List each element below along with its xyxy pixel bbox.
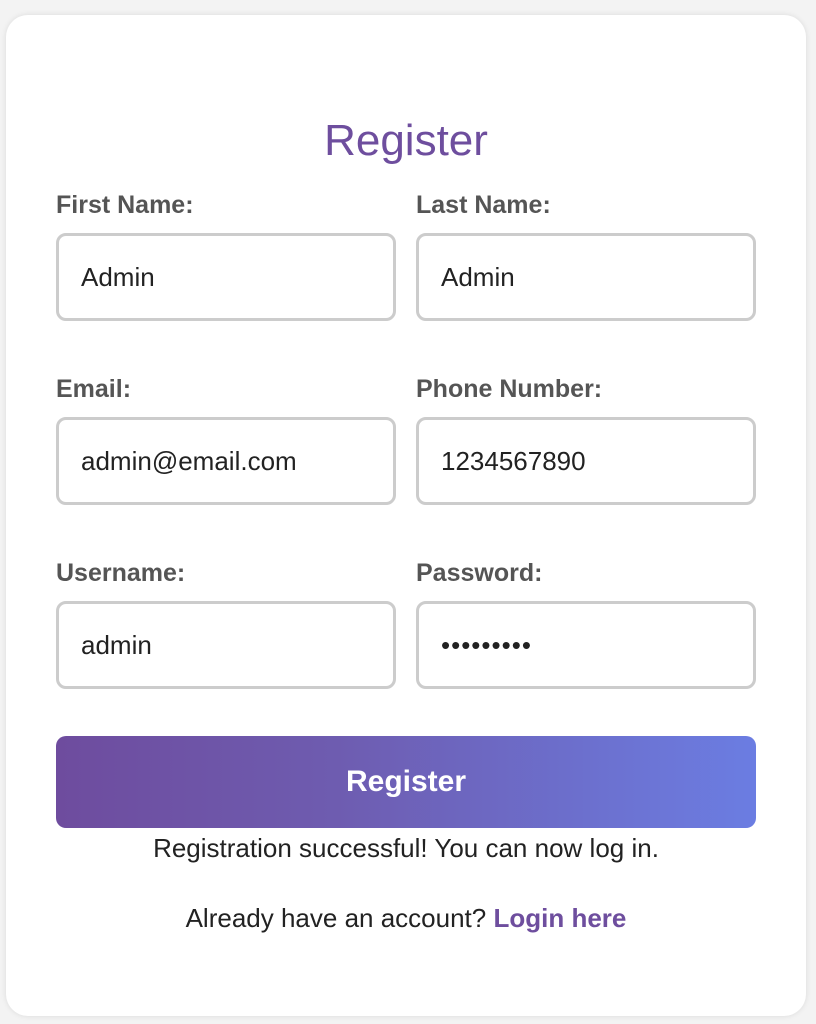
phone-label: Phone Number: [416,375,603,403]
password-group: Password: [416,561,756,689]
last-name-label: Last Name: [416,191,551,219]
page-title: Register [324,116,488,165]
last-name-input[interactable] [416,233,756,321]
username-group: Username: [56,561,396,689]
first-name-label: First Name: [56,191,194,219]
login-prompt: Already have an account? Login here [6,905,806,931]
password-label: Password: [416,559,543,587]
status-message: Registration successful! You can now log… [153,833,659,863]
login-link[interactable]: Login here [493,903,626,933]
email-label: Email: [56,375,132,403]
first-name-group: First Name: [56,193,396,321]
username-label: Username: [56,559,186,587]
email-group: Email: [56,377,396,505]
last-name-group: Last Name: [416,193,756,321]
login-prompt-text: Already have an account? [185,903,487,933]
register-button[interactable]: Register [56,736,756,828]
register-card: Register First Name: Last Name: Email: P… [6,15,806,1016]
password-input[interactable] [416,601,756,689]
phone-input[interactable] [416,417,756,505]
email-input[interactable] [56,417,396,505]
phone-group: Phone Number: [416,377,756,505]
first-name-input[interactable] [56,233,396,321]
username-input[interactable] [56,601,396,689]
